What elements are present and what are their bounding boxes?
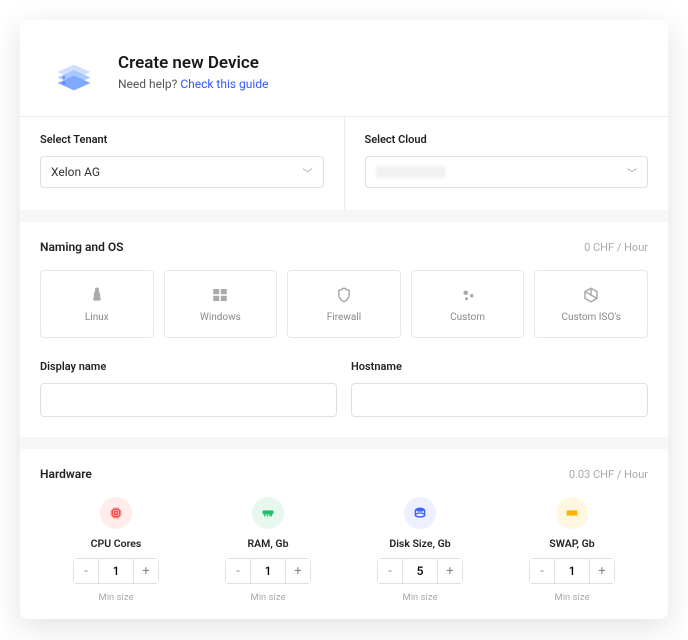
- swap-icon: [556, 497, 588, 529]
- chevron-down-icon: ﹀: [303, 165, 313, 180]
- cloud-value-placeholder: [376, 166, 446, 178]
- swap-increment[interactable]: +: [589, 558, 615, 584]
- help-prefix: Need help?: [118, 77, 180, 91]
- ram-value: 1: [251, 558, 285, 584]
- firewall-icon: [335, 286, 353, 304]
- custom-icon: [459, 286, 477, 304]
- os-label: Windows: [200, 312, 241, 323]
- os-tile-custom[interactable]: Custom: [411, 270, 525, 338]
- tenant-label: Select Tenant: [40, 133, 324, 146]
- tenant-select[interactable]: Xelon AG ﹀: [40, 156, 324, 188]
- ram-increment[interactable]: +: [285, 558, 311, 584]
- cpu-decrement[interactable]: -: [73, 558, 99, 584]
- os-tile-windows[interactable]: Windows: [164, 270, 278, 338]
- hardware-disk: Disk Size, Gb - 5 + Min size: [344, 497, 496, 603]
- naming-section: Naming and OS 0 CHF / Hour Linux Windows…: [20, 222, 668, 437]
- ram-icon: [252, 497, 284, 529]
- display-name-label: Display name: [40, 360, 337, 373]
- os-tile-linux[interactable]: Linux: [40, 270, 154, 338]
- hw-label: CPU Cores: [91, 537, 142, 550]
- naming-title: Naming and OS: [40, 240, 123, 254]
- help-link[interactable]: Check this guide: [180, 77, 268, 91]
- disk-value: 5: [403, 558, 437, 584]
- custom-iso-icon: [582, 286, 600, 304]
- ram-stepper: - 1 +: [225, 558, 311, 584]
- os-label: Custom ISO's: [561, 312, 620, 323]
- swap-min-label: Min size: [554, 592, 589, 603]
- disk-decrement[interactable]: -: [377, 558, 403, 584]
- swap-value: 1: [555, 558, 589, 584]
- chevron-down-icon: ﹀: [627, 165, 637, 180]
- device-stack-icon: [50, 48, 98, 96]
- hardware-swap: SWAP, Gb - 1 + Min size: [496, 497, 648, 603]
- swap-stepper: - 1 +: [529, 558, 615, 584]
- ram-min-label: Min size: [250, 592, 285, 603]
- hardware-cpu: CPU Cores - 1 + Min size: [40, 497, 192, 603]
- hw-label: SWAP, Gb: [549, 537, 594, 550]
- naming-price: 0 CHF / Hour: [584, 241, 648, 254]
- cpu-value: 1: [99, 558, 133, 584]
- hardware-price: 0.03 CHF / Hour: [569, 468, 648, 481]
- disk-icon: [404, 497, 436, 529]
- linux-icon: [88, 286, 106, 304]
- disk-increment[interactable]: +: [437, 558, 463, 584]
- os-tile-firewall[interactable]: Firewall: [287, 270, 401, 338]
- os-label: Custom: [450, 312, 485, 323]
- cpu-icon: [100, 497, 132, 529]
- os-label: Linux: [85, 312, 109, 323]
- tenant-value: Xelon AG: [51, 165, 100, 179]
- hardware-ram: RAM, Gb - 1 + Min size: [192, 497, 344, 603]
- hardware-title: Hardware: [40, 467, 92, 481]
- hw-label: Disk Size, Gb: [389, 537, 450, 550]
- page-title: Create new Device: [118, 53, 268, 73]
- display-name-input[interactable]: [40, 383, 337, 417]
- hw-label: RAM, Gb: [247, 537, 288, 550]
- page-header: Create new Device Need help? Check this …: [20, 20, 668, 116]
- cloud-label: Select Cloud: [365, 133, 649, 146]
- hostname-input[interactable]: [351, 383, 648, 417]
- cpu-min-label: Min size: [98, 592, 133, 603]
- disk-stepper: - 5 +: [377, 558, 463, 584]
- cpu-increment[interactable]: +: [133, 558, 159, 584]
- os-tile-custom-iso[interactable]: Custom ISO's: [534, 270, 648, 338]
- ram-decrement[interactable]: -: [225, 558, 251, 584]
- windows-icon: [211, 286, 229, 304]
- swap-decrement[interactable]: -: [529, 558, 555, 584]
- cloud-select[interactable]: ﹀: [365, 156, 649, 188]
- help-line: Need help? Check this guide: [118, 77, 268, 91]
- hardware-section: Hardware 0.03 CHF / Hour CPU Cores - 1 +…: [20, 449, 668, 609]
- cpu-stepper: - 1 +: [73, 558, 159, 584]
- os-label: Firewall: [327, 312, 361, 323]
- hostname-label: Hostname: [351, 360, 648, 373]
- disk-min-label: Min size: [402, 592, 437, 603]
